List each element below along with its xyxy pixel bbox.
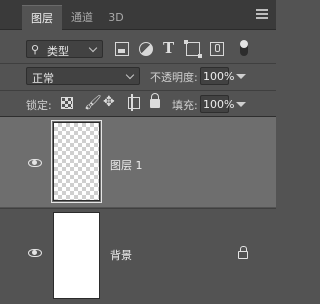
fill-value: 100%: [203, 98, 235, 111]
toggle-knob: [240, 40, 248, 48]
lock-position-icon[interactable]: ✥: [103, 94, 115, 110]
opacity-slider-dropdown-icon[interactable]: [236, 74, 246, 79]
eye-icon[interactable]: [28, 249, 42, 257]
blend-mode-dropdown[interactable]: 正常: [26, 67, 140, 85]
layer-name[interactable]: 图层 1: [110, 157, 143, 173]
opacity-field[interactable]: 100%: [200, 67, 234, 85]
opacity-value: 100%: [203, 70, 235, 83]
adjustment-filter-icon[interactable]: [139, 42, 153, 56]
layer-thumbnail[interactable]: [53, 212, 100, 299]
panel-tab-bar: 图层 通道 3D: [0, 0, 276, 30]
shape-filter-icon[interactable]: [184, 40, 202, 58]
tab-layers[interactable]: 图层: [22, 5, 62, 30]
lock-transparent-pixels-icon[interactable]: [61, 97, 73, 109]
fill-slider-dropdown-icon[interactable]: [236, 102, 246, 107]
fill-label: 填充:: [172, 99, 198, 112]
panel-menu-icon[interactable]: [256, 9, 268, 19]
layer-thumbnail[interactable]: [51, 120, 102, 203]
smart-object-filter-icon[interactable]: [210, 42, 224, 56]
divider: [0, 63, 276, 64]
lock-label: 锁定:: [26, 99, 52, 112]
layer-row[interactable]: 背景: [0, 208, 276, 304]
tab-3d[interactable]: 3D: [104, 5, 128, 30]
eye-icon[interactable]: [28, 159, 42, 167]
lock-image-pixels-icon[interactable]: 🖌: [84, 95, 102, 111]
layers-list: 图层 1 背景: [0, 116, 276, 304]
lock-all-icon[interactable]: [150, 93, 160, 108]
divider: [0, 90, 276, 91]
image-filter-icon[interactable]: [115, 42, 129, 56]
layer-name[interactable]: 背景: [110, 247, 132, 263]
lock-artboard-icon[interactable]: [128, 94, 140, 111]
lock-icon[interactable]: [238, 246, 248, 259]
blend-mode-value: 正常: [32, 72, 54, 85]
layer-row[interactable]: 图层 1: [0, 117, 276, 207]
search-icon: ⚲: [31, 43, 40, 56]
filter-kind-label: 类型: [47, 45, 69, 58]
opacity-label: 不透明度:: [150, 71, 198, 84]
fill-field[interactable]: 100%: [200, 95, 234, 113]
type-filter-icon[interactable]: T: [163, 39, 177, 57]
filter-kind-dropdown[interactable]: ⚲ 类型: [26, 40, 103, 58]
filter-toggle[interactable]: [240, 40, 248, 56]
chevron-down-icon: [88, 43, 98, 53]
tab-channels[interactable]: 通道: [64, 5, 100, 30]
link-handle-icon: [98, 157, 104, 167]
chevron-down-icon: [125, 70, 135, 80]
